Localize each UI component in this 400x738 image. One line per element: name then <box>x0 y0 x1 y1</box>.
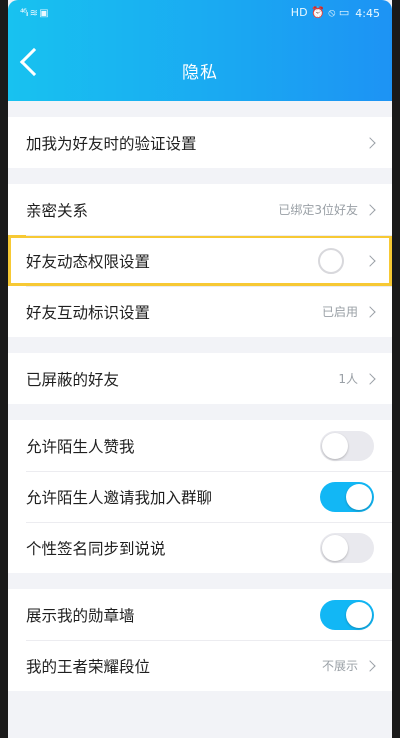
row-label: 允许陌生人赞我 <box>26 437 135 456</box>
section-relationships: 亲密关系 已绑定3位好友 好友动态权限设置 好友互动标识设置 已启用 <box>8 184 392 337</box>
toggle-allow-stranger-group-invite[interactable] <box>320 481 374 512</box>
tap-indicator-circle <box>318 247 344 274</box>
row-allow-stranger-like: 允许陌生人赞我 <box>8 420 392 471</box>
row-value: 不展示 <box>321 659 358 673</box>
signal-wifi-icons: ⁴⁶ᵢₗ ≋ ▣ <box>20 7 49 19</box>
navbar: 隐私 <box>8 26 392 101</box>
row-label: 展示我的勋章墙 <box>26 606 135 625</box>
toggle-knob <box>346 601 372 628</box>
row-label: 好友互动标识设置 <box>26 303 151 322</box>
section-stranger-permissions: 允许陌生人赞我 允许陌生人邀请我加入群聊 个性签名同步到说说 <box>8 420 392 573</box>
chevron-right-icon <box>364 203 376 216</box>
status-left: ⁴⁶ᵢₗ ≋ ▣ <box>20 7 49 19</box>
row-label: 允许陌生人邀请我加入群聊 <box>26 488 213 507</box>
status-icons: HD ⏰ ⦸ ▭ <box>290 6 350 19</box>
row-label: 好友动态权限设置 <box>26 252 151 271</box>
chevron-right-icon <box>364 659 376 672</box>
section-display: 展示我的勋章墙 我的王者荣耀段位 不展示 <box>8 589 392 691</box>
row-value: 1人 <box>338 372 358 386</box>
toggle-knob <box>322 432 348 459</box>
row-friend-verification[interactable]: 加我为好友时的验证设置 <box>8 117 392 168</box>
header-band: ⁴⁶ᵢₗ ≋ ▣ HD ⏰ ⦸ ▭ 4:45 隐私 <box>8 0 392 101</box>
row-interaction-badge[interactable]: 好友互动标识设置 已启用 <box>8 286 392 337</box>
row-label: 亲密关系 <box>26 201 89 220</box>
chevron-right-icon <box>364 372 376 385</box>
status-bar: ⁴⁶ᵢₗ ≋ ▣ HD ⏰ ⦸ ▭ 4:45 <box>8 0 392 26</box>
toggle-knob <box>322 534 348 561</box>
status-right: HD ⏰ ⦸ ▭ 4:45 <box>291 6 380 20</box>
toggle-show-medal-wall[interactable] <box>320 599 374 630</box>
row-label: 加我为好友时的验证设置 <box>26 134 197 153</box>
phone-screen: ⁴⁶ᵢₗ ≋ ▣ HD ⏰ ⦸ ▭ 4:45 隐私 加我为好友时的验证设置 亲密… <box>8 0 392 738</box>
row-label: 个性签名同步到说说 <box>26 539 166 558</box>
row-friend-feed-permissions[interactable]: 好友动态权限设置 <box>8 235 392 286</box>
row-value: 已绑定3位好友 <box>278 203 358 217</box>
page-title: 隐私 <box>182 63 218 83</box>
section-blocked: 已屏蔽的好友 1人 <box>8 353 392 404</box>
status-time: 4:45 <box>355 6 380 20</box>
row-honor-of-kings-rank[interactable]: 我的王者荣耀段位 不展示 <box>8 640 392 691</box>
toggle-allow-stranger-like[interactable] <box>320 430 374 461</box>
chevron-right-icon <box>364 254 376 267</box>
chevron-right-icon <box>364 305 376 318</box>
row-label: 已屏蔽的好友 <box>26 370 120 389</box>
toggle-sync-signature[interactable] <box>320 532 374 563</box>
chevron-right-icon <box>364 136 376 149</box>
row-blocked-friends[interactable]: 已屏蔽的好友 1人 <box>8 353 392 404</box>
row-allow-stranger-group-invite: 允许陌生人邀请我加入群聊 <box>8 471 392 522</box>
row-label: 我的王者荣耀段位 <box>26 657 151 676</box>
row-value: 已启用 <box>321 305 358 319</box>
row-intimate-relationship[interactable]: 亲密关系 已绑定3位好友 <box>8 184 392 235</box>
toggle-knob <box>346 483 372 510</box>
row-sync-signature: 个性签名同步到说说 <box>8 522 392 573</box>
row-show-medal-wall: 展示我的勋章墙 <box>8 589 392 640</box>
section-verification: 加我为好友时的验证设置 <box>8 117 392 168</box>
